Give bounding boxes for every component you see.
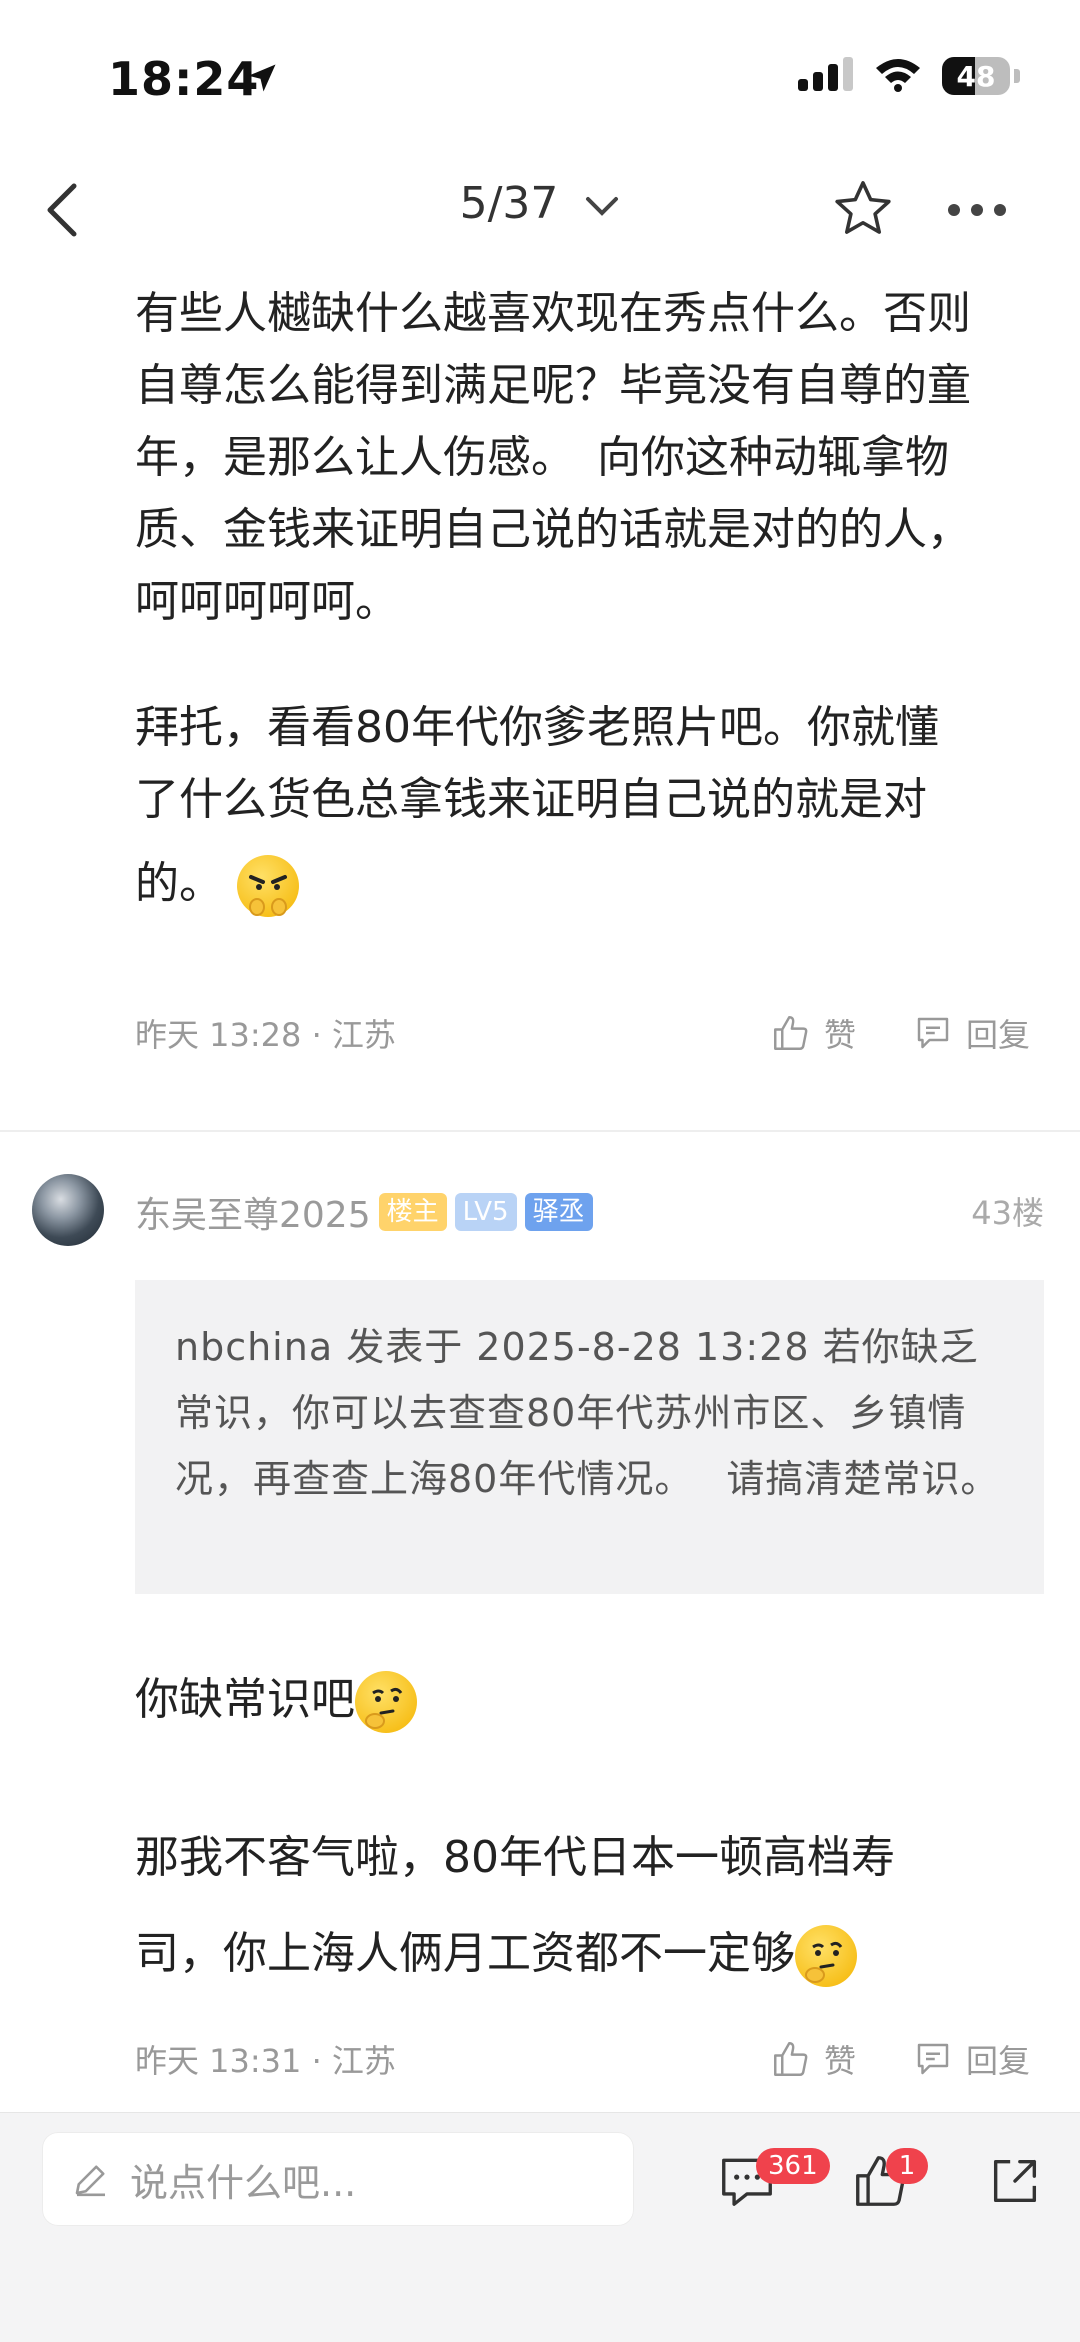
reply-comment-icon: [917, 1017, 949, 1049]
comment-input[interactable]: 说点什么吧...: [42, 2132, 634, 2226]
page-indicator[interactable]: 5/37: [0, 178, 1080, 229]
comment-text-paragraph: 那我不客气啦，80年代日本一顿高档寿 司，你上海人俩月工资都不一定够: [135, 1820, 1005, 1992]
floor-number: 43楼: [971, 1194, 1044, 1232]
like-label: 赞: [824, 1016, 857, 1054]
page-indicator-text: 5/37: [459, 178, 559, 229]
pencil-icon: [75, 2165, 105, 2197]
like-count-badge: 1: [886, 2148, 928, 2184]
comment-text-line: 你缺常识吧: [135, 1664, 1005, 1736]
role-badge: 驿丞: [524, 1193, 593, 1231]
more-options-button[interactable]: [946, 200, 1008, 220]
share-button[interactable]: [986, 2152, 1044, 2214]
reply-button[interactable]: 回复: [912, 1010, 1030, 1056]
reply-comment-icon: [917, 2043, 949, 2075]
like-button[interactable]: 赞: [770, 2036, 856, 2082]
text-line: 那我不客气啦，80年代日本一顿高档寿: [135, 1832, 895, 1883]
text-line: 拜托，看看80年代你爹老照片吧。你就懂: [135, 702, 939, 753]
text-line-with-emoji: 司，你上海人俩月工资都不一定够: [135, 1916, 1005, 1992]
comment-text-paragraph: 有些人樾缺什么越喜欢现在秀点什么。否则自尊怎么能得到满足呢？毕竟没有自尊的童年，…: [135, 288, 971, 627]
signal-icon: [798, 57, 854, 95]
thinking-face-emoji-icon: [355, 1671, 417, 1733]
comment-meta: 昨天 13:31 · 江苏: [135, 2042, 396, 2080]
battery-level: 48: [956, 59, 996, 93]
comment-divider: [0, 1130, 1080, 1132]
thumbs-up-icon: [774, 1016, 808, 1050]
comment-input-placeholder: 说点什么吧...: [130, 2160, 357, 2205]
username: 东吴至尊2025: [135, 1195, 371, 1236]
level-badge: LV5: [454, 1193, 517, 1231]
wifi-icon: [874, 56, 922, 96]
share-icon: [993, 2159, 1037, 2203]
reply-label: 回复: [966, 2042, 1031, 2080]
reply-label: 回复: [966, 1016, 1031, 1054]
status-time: 18:24: [108, 52, 260, 106]
text-line: 你缺常识吧: [135, 1674, 355, 1725]
favorite-star-button[interactable]: [830, 176, 896, 242]
location-icon: [244, 60, 280, 96]
comment-author[interactable]: 东吴至尊2025 楼主 LV5 驿丞: [135, 1186, 593, 1238]
comment-count-badge: 361: [756, 2148, 830, 2184]
angry-face-emoji-icon: [237, 855, 299, 917]
battery-cap: [1014, 69, 1020, 83]
battery-icon: 48: [942, 57, 1010, 95]
text-line: 了什么货色总拿钱来证明自己说的就是对: [135, 774, 927, 825]
comment-text-paragraph-2: 拜托，看看80年代你爹老照片吧。你就懂 了什么货色总拿钱来证明自己说的就是对 的…: [135, 692, 1005, 920]
chevron-down-icon: [586, 197, 619, 216]
like-label: 赞: [824, 2042, 857, 2080]
thumbs-up-icon: [774, 2042, 808, 2076]
status-icons: 48: [798, 56, 1020, 96]
quoted-comment[interactable]: nbchina 发表于 2025-8-28 13:28 若你缺乏常识，你可以去查…: [135, 1280, 1044, 1594]
text-line: 司，你上海人俩月工资都不一定够: [135, 1928, 795, 1979]
like-button[interactable]: 赞: [770, 1010, 856, 1056]
text-line: 的。: [135, 858, 223, 909]
host-badge: 楼主: [378, 1193, 447, 1231]
user-avatar[interactable]: [32, 1174, 104, 1246]
text-line-with-emoji: 的。: [135, 848, 1005, 920]
reply-button[interactable]: 回复: [912, 2036, 1030, 2082]
comment-meta: 昨天 13:28 · 江苏: [135, 1016, 396, 1054]
thinking-face-emoji-icon: [795, 1925, 857, 1987]
